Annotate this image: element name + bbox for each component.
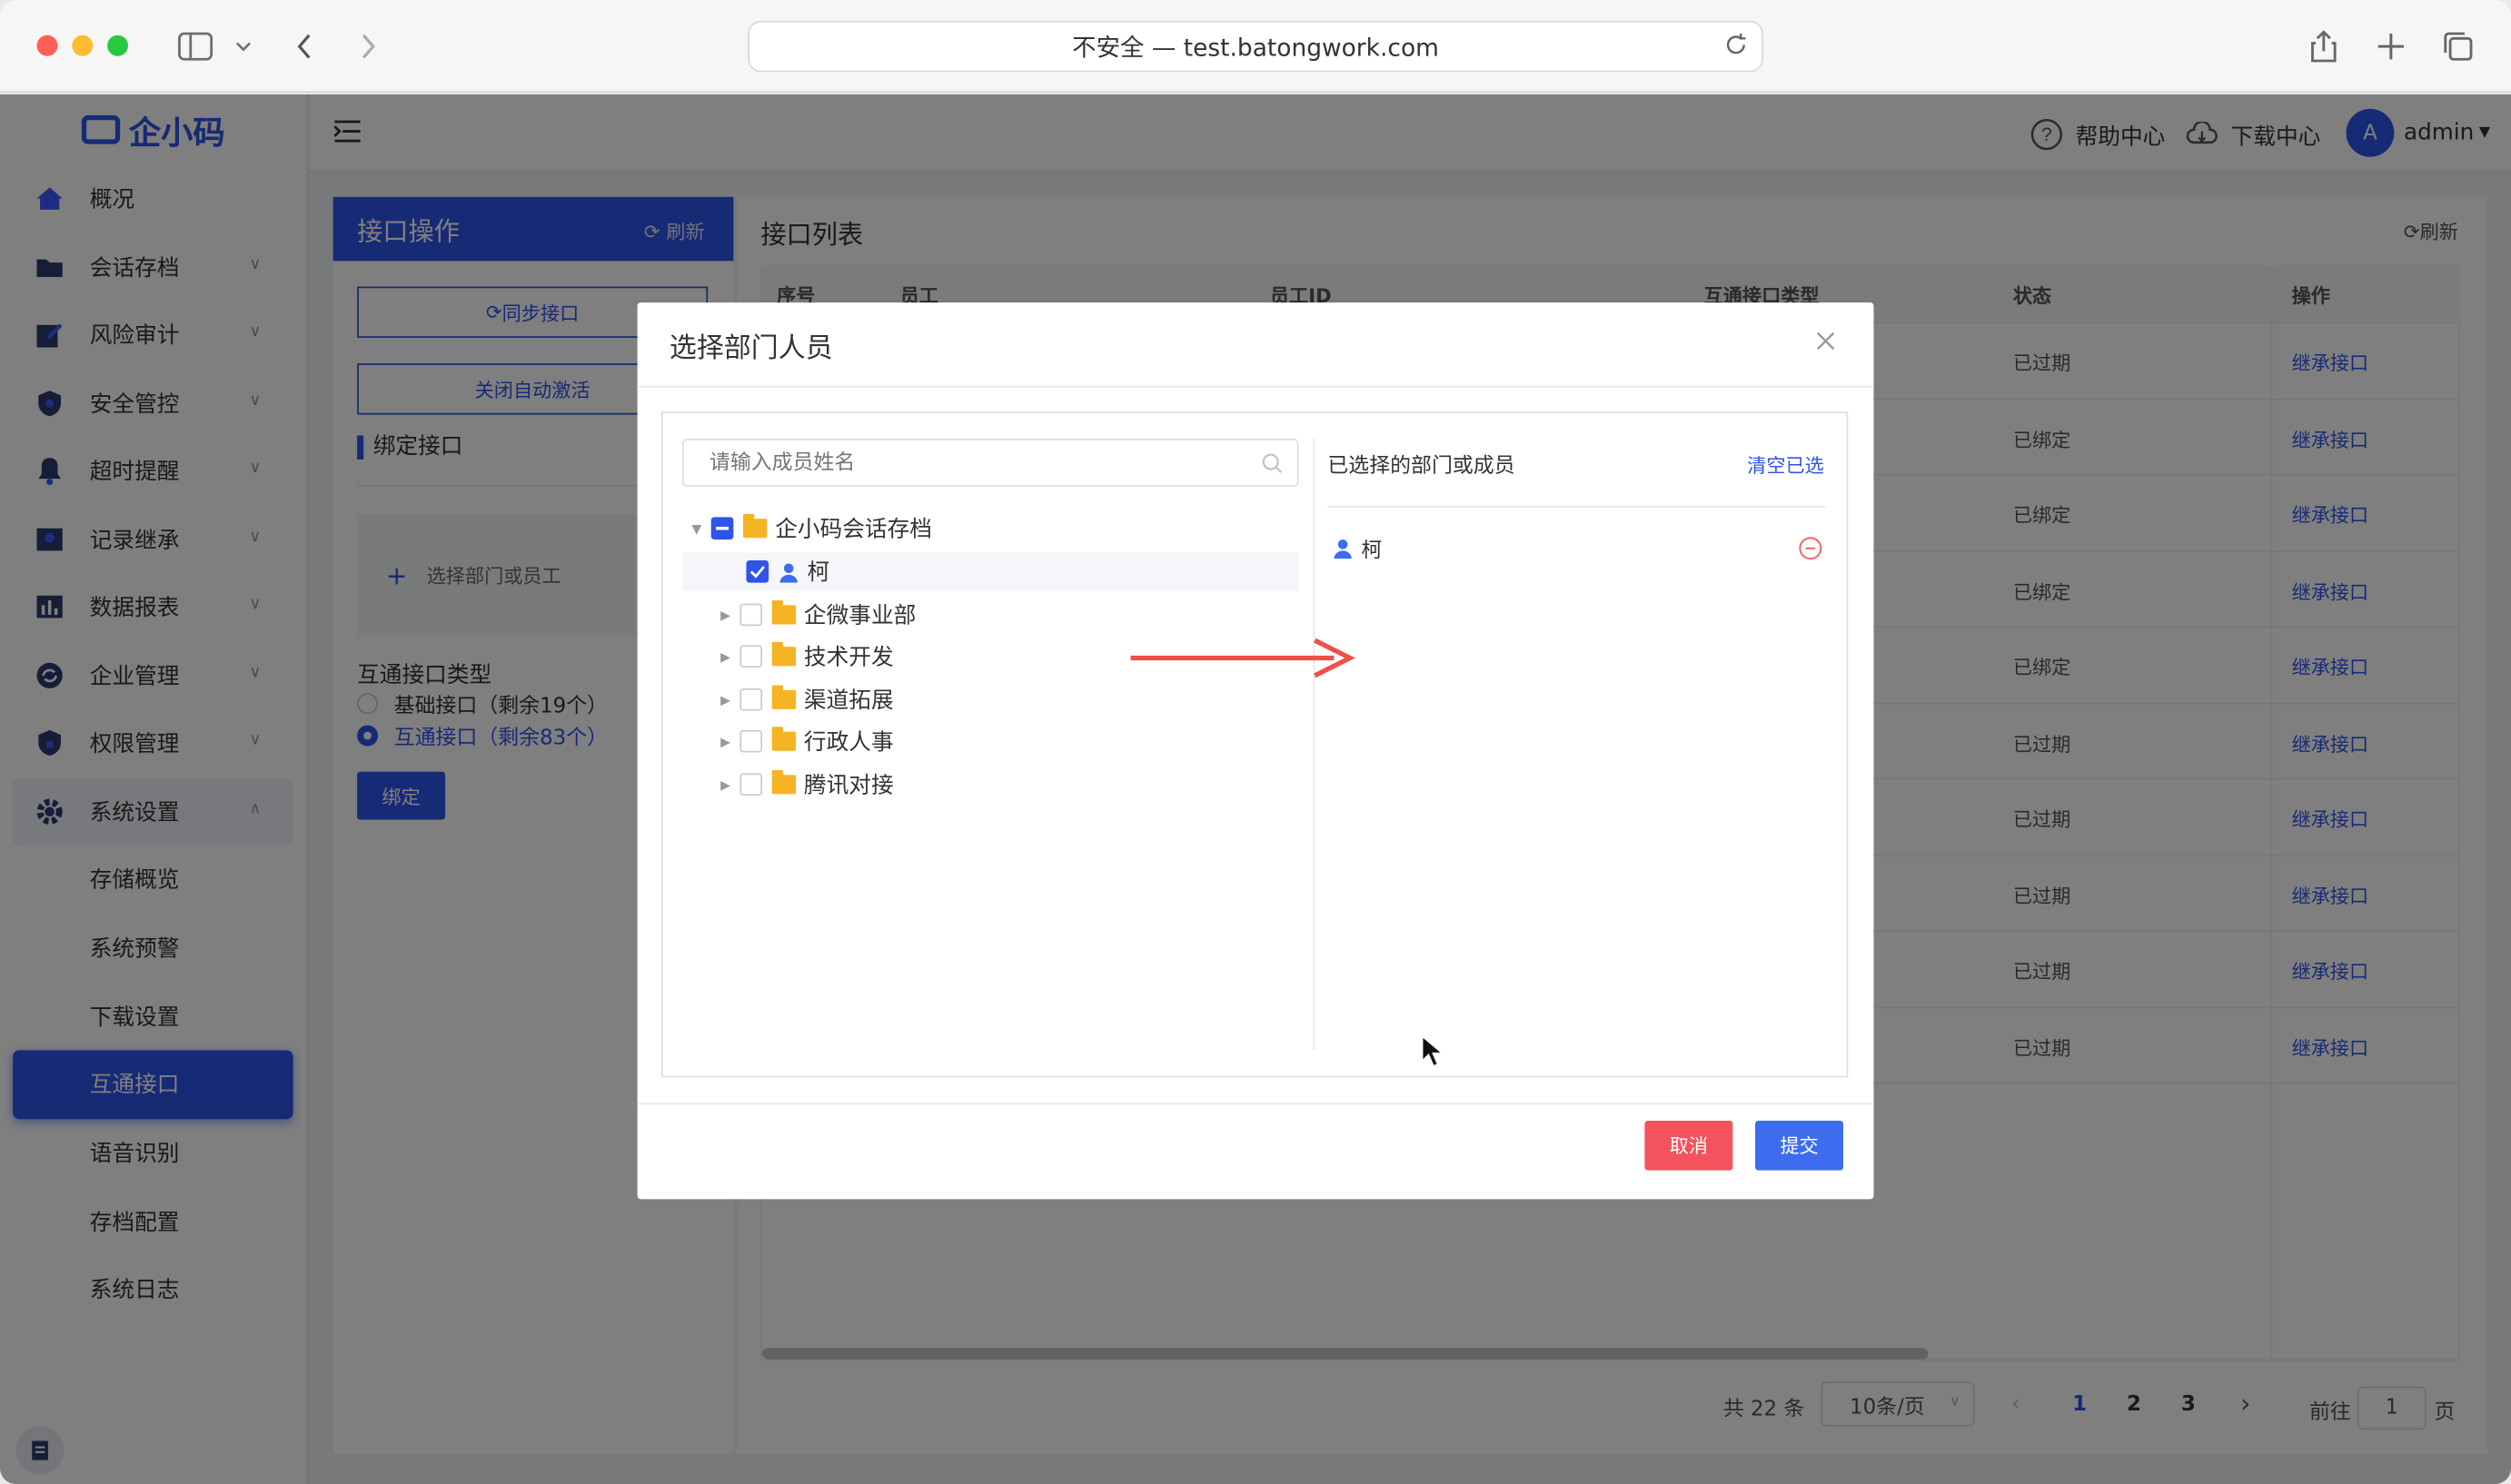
tree-node-root[interactable]: ▼ 企小码会话存档 — [682, 510, 1299, 548]
tree-node-label: 行政人事 — [803, 729, 894, 757]
selected-item-label: 柯 — [1361, 539, 1383, 564]
tree-node-label: 企微事业部 — [803, 603, 917, 629]
dialog-footer: 取消 提交 — [637, 1103, 1874, 1200]
address-bar[interactable]: 不安全 — test.batongwork.com — [748, 20, 1763, 73]
checkbox[interactable] — [739, 729, 763, 753]
address-text: 不安全 — test.batongwork.com — [1072, 33, 1439, 62]
caret-collapsed-icon[interactable]: ▶ — [711, 777, 740, 792]
tree-node-label: 企小码会话存档 — [775, 517, 932, 543]
back-icon[interactable] — [288, 25, 320, 67]
share-icon[interactable] — [2306, 25, 2341, 67]
zoom-window-button[interactable] — [107, 35, 129, 56]
tree-node-label: 腾讯对接 — [803, 773, 894, 799]
tree-node-label: 渠道拓展 — [803, 688, 894, 715]
close-window-button[interactable] — [36, 35, 58, 56]
dialog-body: ▼ 企小码会话存档 柯 ▶ 企微事业部 ▶ — [661, 411, 1849, 1078]
member-search-field[interactable] — [681, 439, 1299, 487]
caret-expanded-icon[interactable]: ▼ — [682, 521, 711, 536]
caret-collapsed-icon[interactable]: ▶ — [711, 692, 740, 707]
checkbox[interactable] — [739, 603, 763, 627]
select-dept-dialog: 选择部门人员 ▼ 企小码会话存档 柯 — [637, 302, 1874, 1200]
checkbox[interactable] — [739, 688, 763, 711]
member-search-input[interactable] — [709, 450, 1223, 475]
folder-icon — [771, 685, 797, 709]
tree-node-dept[interactable]: ▶ 行政人事 — [682, 722, 1299, 760]
search-icon — [1262, 453, 1283, 480]
tree-node-user[interactable]: 柯 — [681, 552, 1299, 591]
caret-collapsed-icon[interactable]: ▶ — [711, 608, 740, 622]
checkbox[interactable] — [739, 645, 763, 668]
minimize-window-button[interactable] — [72, 35, 94, 56]
tree-node-label: 技术开发 — [803, 645, 894, 671]
folder-icon — [771, 769, 797, 795]
new-tab-icon[interactable] — [2373, 25, 2408, 67]
mouse-cursor-icon — [1421, 1034, 1445, 1068]
cancel-button[interactable]: 取消 — [1644, 1120, 1733, 1171]
remove-icon[interactable] — [1799, 537, 1822, 560]
caret-collapsed-icon[interactable]: ▶ — [711, 734, 740, 748]
browser-toolbar: 不安全 — test.batongwork.com — [0, 0, 2511, 94]
annotation-arrow-icon — [1130, 638, 1355, 678]
tree-node-label: 柯 — [807, 559, 830, 587]
selected-title: 已选择的部门或成员 — [1327, 454, 1515, 480]
checkbox-checked[interactable] — [746, 559, 769, 583]
reload-icon[interactable] — [1723, 32, 1749, 64]
folder-icon — [771, 727, 797, 751]
submit-button[interactable]: 提交 — [1755, 1120, 1843, 1171]
user-icon — [1333, 538, 1354, 559]
sidebar-toggle-icon[interactable] — [176, 25, 214, 67]
browser-window: 不安全 — test.batongwork.com 企小码 概况 — [0, 0, 2511, 1484]
folder-icon — [771, 600, 797, 625]
checkbox[interactable] — [739, 773, 763, 796]
tree-node-dept[interactable]: ▶ 企微事业部 — [682, 596, 1299, 634]
user-icon — [779, 561, 799, 582]
close-icon[interactable] — [1810, 325, 1841, 357]
tree-node-dept[interactable]: ▶ 渠道拓展 — [682, 680, 1299, 718]
divider — [1327, 506, 1826, 508]
caret-collapsed-icon[interactable]: ▶ — [711, 649, 740, 664]
folder-icon — [771, 641, 797, 667]
tree-node-dept[interactable]: ▶ 腾讯对接 — [682, 766, 1299, 804]
forward-icon[interactable] — [352, 25, 384, 67]
tab-overview-icon[interactable] — [2441, 25, 2476, 67]
checkbox-indeterminate[interactable] — [710, 517, 734, 540]
dialog-title: 选择部门人员 — [669, 331, 833, 365]
dialog-header: 选择部门人员 — [637, 302, 1874, 388]
selected-item: 柯 — [1333, 533, 1826, 564]
clear-selected-link[interactable]: 清空已选 — [1747, 451, 1824, 479]
panel-divider — [1313, 439, 1315, 1051]
chevron-down-icon[interactable] — [231, 25, 256, 67]
folder-open-icon — [742, 513, 768, 539]
